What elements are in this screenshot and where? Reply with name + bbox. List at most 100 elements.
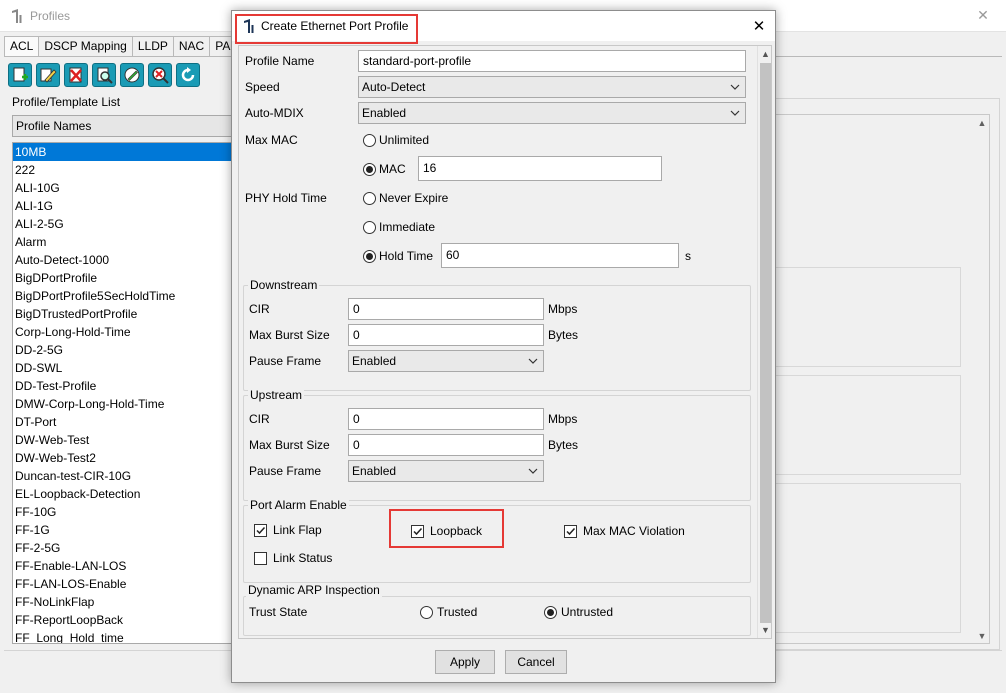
profile-list-item[interactable]: DD-2-5G	[13, 341, 231, 359]
profile-list-item[interactable]: Duncan-test-CIR-10G	[13, 467, 231, 485]
link-flap-label[interactable]: Link Flap	[273, 523, 322, 537]
edit-template-button[interactable]	[120, 63, 144, 87]
view-profile-button[interactable]	[92, 63, 116, 87]
profile-list-item[interactable]: BigDPortProfile5SecHoldTime	[13, 287, 231, 305]
scroll-down-icon[interactable]: ▼	[975, 629, 989, 643]
scroll-up-icon[interactable]: ▲	[758, 46, 771, 62]
tab-dscp-mapping[interactable]: DSCP Mapping	[38, 36, 133, 56]
delete-profile-icon	[69, 67, 82, 83]
phy-hold-time-radio[interactable]	[363, 250, 376, 263]
profile-list-item[interactable]: FF-NoLinkFlap	[13, 593, 231, 611]
profile-list-item[interactable]: ALI-2-5G	[13, 215, 231, 233]
profile-list-item[interactable]: Auto-Detect-1000	[13, 251, 231, 269]
auto-mdix-select[interactable]: Enabled	[358, 102, 746, 124]
phy-immediate-radio[interactable]	[363, 221, 376, 234]
dialog-scrollbar[interactable]: ▲ ▼	[757, 46, 771, 638]
max-mac-violation-checkbox[interactable]	[564, 525, 577, 538]
upstream-pause-select[interactable]: Enabled	[348, 460, 544, 482]
add-profile-button[interactable]	[8, 63, 32, 87]
profile-list-item[interactable]: DT-Port	[13, 413, 231, 431]
delete-profile-button[interactable]	[64, 63, 88, 87]
apply-button[interactable]: Apply	[435, 650, 495, 674]
downstream-title: Downstream	[248, 278, 320, 292]
profile-list-item[interactable]: DW-Web-Test2	[13, 449, 231, 467]
profile-list-item[interactable]: 10MB	[13, 143, 231, 161]
arp-inspection-title: Dynamic ARP Inspection	[246, 583, 382, 597]
untrusted-radio[interactable]	[544, 606, 557, 619]
profile-name-input[interactable]: standard-port-profile	[358, 50, 746, 72]
scrollbar-thumb[interactable]	[760, 63, 771, 623]
upstream-title: Upstream	[248, 388, 305, 402]
tab-nac[interactable]: NAC	[172, 36, 211, 56]
profile-list-item[interactable]: FF-1G	[13, 521, 231, 539]
profile-list-item[interactable]: Corp-Long-Hold-Time	[13, 323, 231, 341]
max-mac-input[interactable]: 16	[418, 156, 662, 181]
profile-list-item[interactable]: FF_Long_Hold_time	[13, 629, 231, 643]
max-mac-violation-label[interactable]: Max MAC Violation	[583, 524, 685, 538]
chevron-down-icon	[730, 84, 740, 90]
profile-names-header[interactable]: Profile Names	[12, 115, 232, 137]
profile-list-item[interactable]: FF-LAN-LOS-Enable	[13, 575, 231, 593]
profile-list-item[interactable]: BigDPortProfile	[13, 269, 231, 287]
profile-list-item[interactable]: 222	[13, 161, 231, 179]
profile-list-item[interactable]: FF-Enable-LAN-LOS	[13, 557, 231, 575]
profile-list-item[interactable]: ALI-1G	[13, 197, 231, 215]
details-section	[761, 483, 961, 633]
downstream-burst-label: Max Burst Size	[249, 328, 330, 342]
phy-hold-time-input[interactable]: 60	[441, 243, 679, 268]
downstream-burst-input[interactable]: 0	[348, 324, 544, 346]
tab-acl[interactable]: ACL	[4, 36, 40, 56]
view-template-button[interactable]	[148, 63, 172, 87]
checkmark-icon	[566, 527, 576, 536]
profile-list-item[interactable]: BigDTrustedPortProfile	[13, 305, 231, 323]
phy-immediate-label[interactable]: Immediate	[379, 220, 435, 234]
max-mac-mac-radio[interactable]	[363, 163, 376, 176]
auto-mdix-value: Enabled	[362, 106, 407, 120]
profile-name-label: Profile Name	[245, 54, 315, 68]
upstream-cir-input[interactable]: 0	[348, 408, 544, 430]
profile-list-item[interactable]: DW-Web-Test	[13, 431, 231, 449]
main-close-icon[interactable]: ✕	[972, 4, 994, 26]
phy-hold-time-option-label[interactable]: Hold Time	[379, 249, 433, 263]
max-mac-mac-label[interactable]: MAC	[379, 162, 406, 176]
phy-never-expire-radio[interactable]	[363, 192, 376, 205]
view-template-icon	[152, 67, 169, 84]
scroll-up-icon[interactable]: ▲	[975, 116, 989, 130]
profile-list-item[interactable]: DMW-Corp-Long-Hold-Time	[13, 395, 231, 413]
phy-never-expire-label[interactable]: Never Expire	[379, 191, 448, 205]
profile-list-item[interactable]: FF-2-5G	[13, 539, 231, 557]
profile-list-item[interactable]: DD-Test-Profile	[13, 377, 231, 395]
link-status-label[interactable]: Link Status	[273, 551, 332, 565]
link-status-checkbox[interactable]	[254, 552, 267, 565]
downstream-cir-input[interactable]: 0	[348, 298, 544, 320]
trusted-label[interactable]: Trusted	[437, 605, 477, 619]
scroll-down-icon[interactable]: ▼	[758, 622, 771, 638]
profile-list-item[interactable]: DD-SWL	[13, 359, 231, 377]
tab-lldp[interactable]: LLDP	[131, 36, 174, 56]
link-flap-checkbox[interactable]	[254, 524, 267, 537]
refresh-button[interactable]	[176, 63, 200, 87]
profile-details-panel	[761, 114, 990, 644]
profile-list-item[interactable]: FF-ReportLoopBack	[13, 611, 231, 629]
dialog-close-icon[interactable]: ✕	[748, 15, 770, 37]
max-mac-unlimited-label[interactable]: Unlimited	[379, 133, 429, 147]
untrusted-label[interactable]: Untrusted	[561, 605, 613, 619]
app-logo-icon	[12, 9, 22, 23]
downstream-pause-select[interactable]: Enabled	[348, 350, 544, 372]
upstream-burst-input[interactable]: 0	[348, 434, 544, 456]
edit-profile-button[interactable]	[36, 63, 60, 87]
cancel-button[interactable]: Cancel	[505, 650, 567, 674]
downstream-pause-value: Enabled	[352, 354, 397, 368]
profile-list-item[interactable]: ALI-10G	[13, 179, 231, 197]
trusted-radio[interactable]	[420, 606, 433, 619]
profile-list-item[interactable]: FF-10G	[13, 503, 231, 521]
max-mac-unlimited-radio[interactable]	[363, 134, 376, 147]
upstream-cir-label: CIR	[249, 412, 270, 426]
profile-tabs: ACL DSCP Mapping LLDP NAC PA	[4, 36, 237, 56]
profile-list-item[interactable]: Alarm	[13, 233, 231, 251]
profile-list-item[interactable]: EL-Loopback-Detection	[13, 485, 231, 503]
profile-list[interactable]: 10MB 222 ALI-10G ALI-1G ALI-2-5G Alarm Auto-De…	[12, 142, 232, 644]
details-scrollbar[interactable]: ▲ ▼	[975, 116, 989, 643]
speed-label: Speed	[245, 80, 280, 94]
speed-select[interactable]: Auto-Detect	[358, 76, 746, 98]
